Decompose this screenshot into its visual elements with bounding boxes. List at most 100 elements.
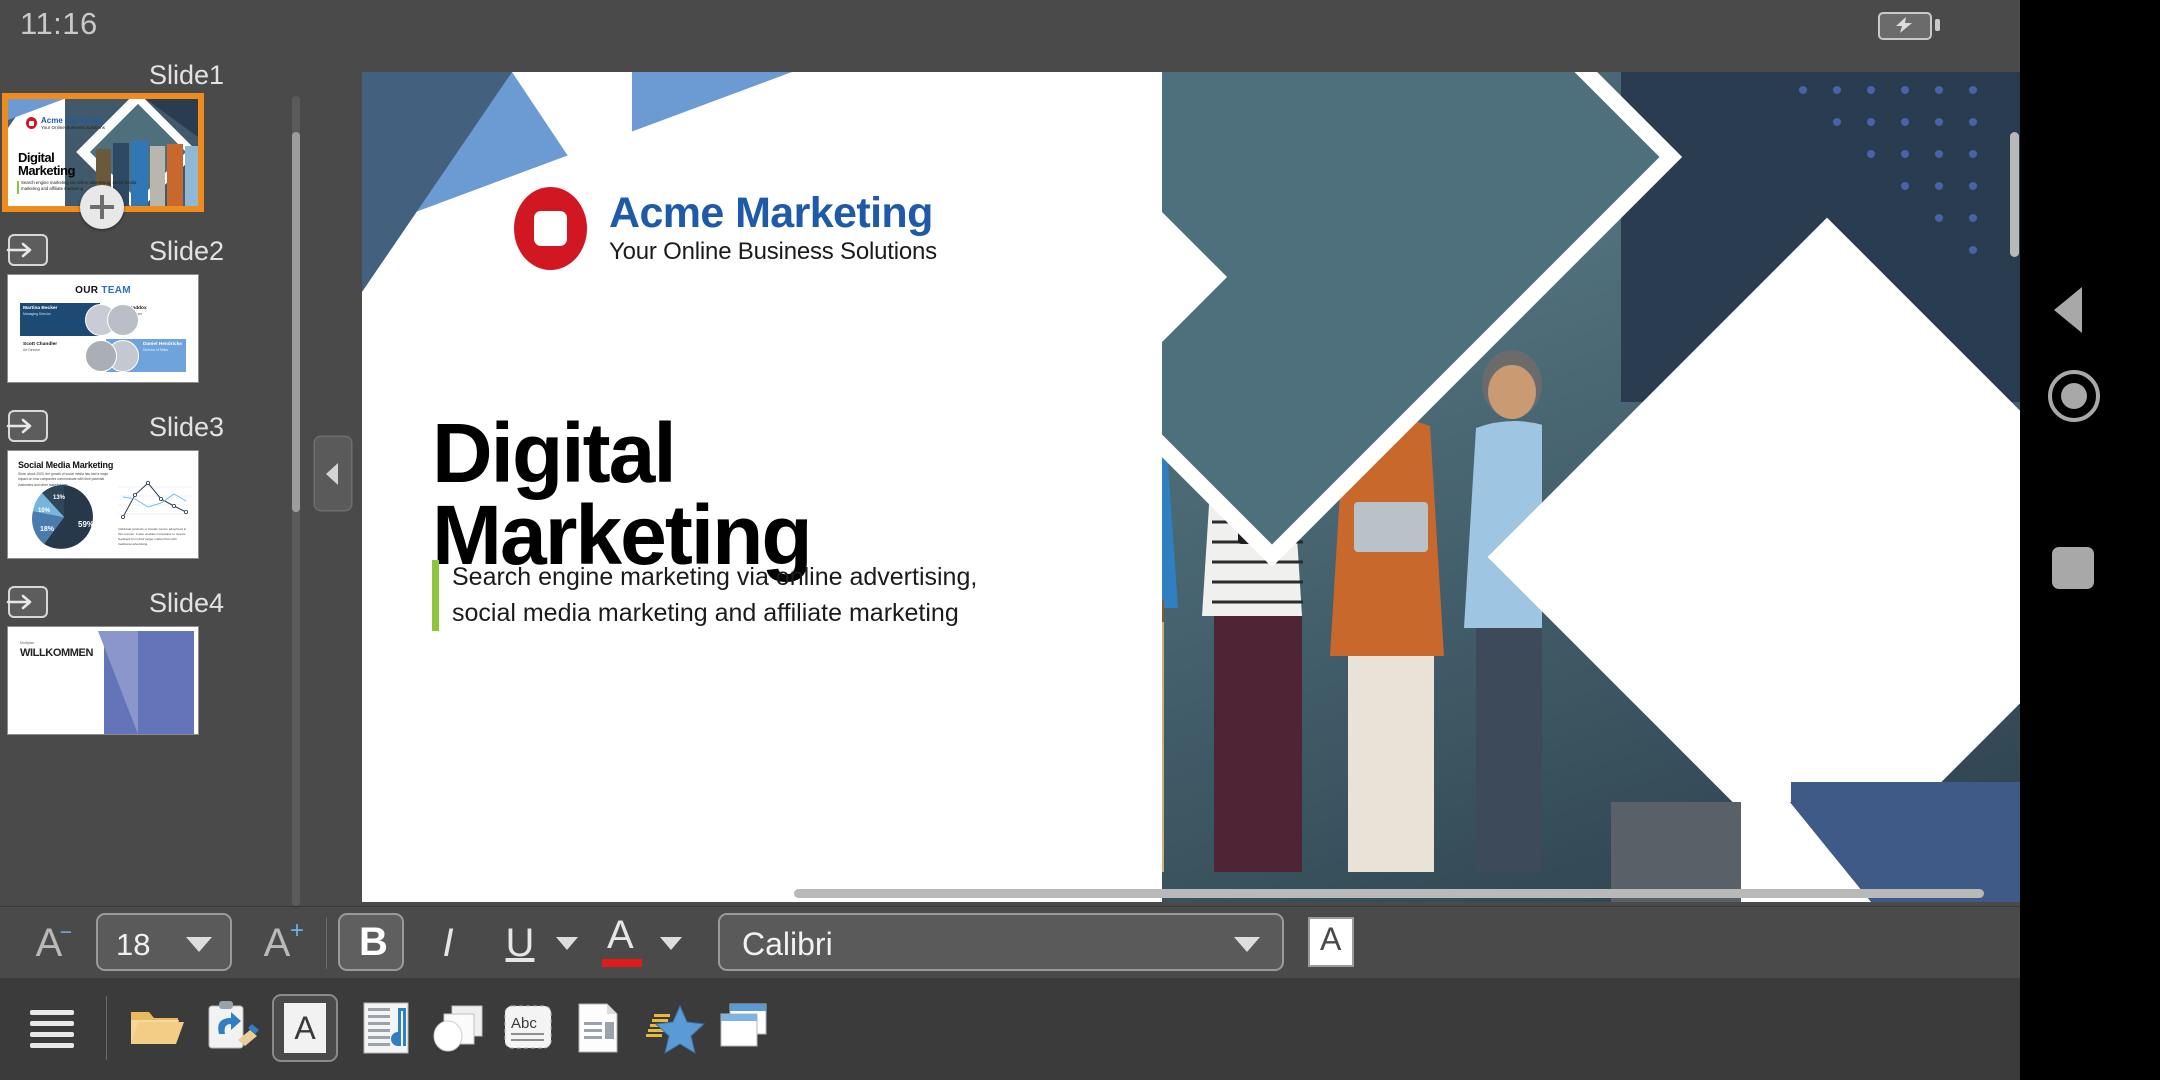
thumb1-brand: Acme Marketing [41,116,103,125]
font-color-button[interactable]: A [594,911,650,973]
increase-font-label: A [263,921,291,965]
paragraph-format-icon[interactable] [358,1000,416,1056]
canvas-vertical-scrollbar[interactable] [2010,132,2019,257]
highlight-label: A [1320,921,1342,957]
thumb4-eyebrow: Multiplan [20,641,35,645]
spellcheck-abc-icon[interactable]: Abc [500,1000,558,1056]
charging-bolt-glyph [1896,17,1912,33]
bold-button[interactable]: B [338,913,404,971]
slide-thumbnail-3[interactable]: Social Media Marketing Since about 2003,… [8,451,198,558]
slide-headline[interactable]: Digital Marketing [432,406,813,578]
thumb2-member-1-name: Martina Becker [23,306,58,311]
brand-tagline: Your Online Business Solutions [609,238,937,266]
text-format-icon[interactable]: A [272,994,338,1062]
current-slide[interactable]: Acme Marketing Your Online Business Solu… [362,72,2021,902]
slide-thumbnail-2[interactable]: OUR TEAM Martina Becker Managing Directo… [8,275,198,382]
open-folder-icon[interactable] [128,1002,186,1054]
main-toolbar: A Abc [0,978,2020,1080]
slide-thumbnail-panel[interactable]: Slide1 Acme Marketing Your Online Busine… [0,46,310,906]
slide-thumbnail-4[interactable]: Multiplan WILLKOMMEN [8,627,198,734]
thumb4-title: WILLKOMMEN [20,647,93,659]
font-color-chevron-down-icon[interactable] [660,937,682,950]
recents-button[interactable] [2052,547,2094,589]
slide-label-4: Slide4 [148,588,224,618]
insert-slide-icon [6,418,32,434]
status-clock: 11:16 [20,6,98,41]
thumb2-member-3-role: Art Director [23,348,41,352]
collapse-panel-handle[interactable] [315,437,351,510]
slide-subtitle-block[interactable]: Search engine marketing via online adver… [432,560,977,631]
home-button[interactable] [2048,370,2100,422]
app-root: 11:16 Slide1 Acme Marketing Your Online … [0,0,2160,1080]
slide-label-3: Slide3 [148,412,224,442]
decrease-font-label: A [35,921,63,965]
thumb2-title-accent: TEAM [101,285,131,296]
font-name-value: Calibri [742,926,833,962]
toolbar-divider-2 [106,996,107,1060]
battery-charging-icon [1878,12,1940,40]
canvas-horizontal-scrollbar[interactable] [794,889,1984,898]
insert-slide-button-1[interactable] [6,234,48,266]
decrease-font-sign: − [59,921,72,944]
bold-label: B [359,920,388,964]
hamburger-menu-icon[interactable] [24,1002,80,1054]
underline-label: U [505,921,535,965]
thumb3-pie-chart: 59% 18% 10% 13% [31,484,94,549]
svg-text:10%: 10% [38,508,51,514]
font-size-select[interactable]: 18 [96,913,232,971]
thumb3-line-chart [118,479,192,523]
slide-label-2: Slide2 [148,236,224,266]
brand-name: Acme Marketing [609,188,933,237]
insert-document-icon[interactable] [572,1000,630,1056]
insert-slide-button-3[interactable] [6,586,48,618]
subtitle-line-2: social media marketing and affiliate mar… [452,598,959,627]
thumb1-tagline: Your Online Business Solutions [41,125,105,130]
underline-button[interactable]: U [492,915,548,971]
thumb2-member-4-role: Director of Sales [143,348,169,352]
chevron-down-icon [186,937,212,952]
font-color-swatch [602,959,642,967]
back-button[interactable] [2054,287,2082,333]
subtitle-accent-bar [432,560,439,631]
highlight-color-button[interactable]: A [1310,919,1352,965]
star-animation-icon[interactable] [644,1000,706,1056]
format-toolbar: A − 18 A + B I U A Calibri A [0,906,2020,979]
thumb3-title: Social Media Marketing [18,460,114,470]
acme-logo-mark-icon [514,187,587,270]
svg-text:Abc: Abc [511,1015,537,1032]
italic-label: I [442,921,454,965]
font-size-value: 18 [116,927,151,962]
insert-slide-icon [6,594,32,610]
svg-text:59%: 59% [78,520,94,529]
increase-font-sign: + [289,917,304,944]
slideshow-windows-icon[interactable] [716,1000,776,1056]
thumb2-member-3-name: Scott Chandler [23,342,58,347]
subtitle-line-1: Search engine marketing via online adver… [452,563,978,591]
toolbar-divider-1 [326,917,327,969]
android-navigation-bar [2020,0,2160,1080]
slide-triangle-navy-2 [362,72,512,287]
insert-slide-icon [6,242,32,258]
insert-slide-button-2[interactable] [6,410,48,442]
headline-line-1: Digital [432,406,677,500]
decrease-font-size-button[interactable]: A − [20,915,78,971]
clone-formatting-icon[interactable] [200,998,262,1058]
slide-bottom-notch [1741,742,1871,902]
thumb2-member-1-role: Managing Director [23,312,51,316]
svg-text:18%: 18% [40,526,55,533]
thumb1-body: Search engine marketing via online adver… [21,180,137,192]
underline-chevron-down-icon[interactable] [556,937,578,950]
slide-editor-canvas[interactable]: Acme Marketing Your Online Business Solu… [362,72,2021,902]
italic-button[interactable]: I [424,915,472,971]
font-name-chevron-down-icon [1234,937,1260,952]
add-slide-button[interactable] [80,185,124,229]
status-bar: 11:16 [0,0,2020,46]
thumb2-member-4-name: Daniel Hendricks [143,342,182,347]
increase-font-size-button[interactable]: A + [248,915,306,971]
slide-label-1: Slide1 [148,60,224,90]
thumb2-title-plain: OUR [75,285,102,296]
font-name-select[interactable]: Calibri [718,913,1284,971]
shapes-icon[interactable] [430,1000,490,1056]
slide-panel-scrollbar-thumb[interactable] [292,132,300,512]
thumb3-body2: Individual products or brands can be adv… [118,527,187,546]
